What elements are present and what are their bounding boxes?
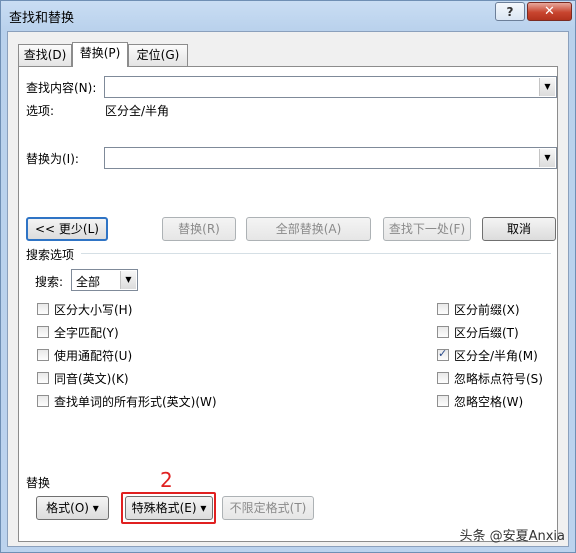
sounds-like-label: 同音(英文)(K)	[54, 372, 129, 386]
ignore-punctuation-checkbox[interactable]	[437, 372, 449, 384]
cancel-button[interactable]: 取消	[482, 217, 556, 241]
watermark: 头条 @安夏Anxia	[459, 529, 565, 544]
match-case-label: 区分大小写(H)	[54, 303, 133, 317]
find-next-button[interactable]: 查找下一处(F)	[383, 217, 471, 241]
replace-button[interactable]: 替换(R)	[162, 217, 236, 241]
options-value: 区分全/半角	[105, 104, 170, 118]
replace-input[interactable]: ▼	[104, 147, 557, 169]
tab-replace[interactable]: 替换(P)	[72, 42, 128, 67]
whole-word-checkbox[interactable]	[37, 326, 49, 338]
annotation-step-number: 2	[160, 468, 173, 492]
match-prefix-label: 区分前缀(X)	[454, 303, 520, 317]
full-half-width-label: 区分全/半角(M)	[454, 349, 538, 363]
help-button[interactable]: ?	[495, 2, 525, 21]
search-direction-label: 搜索:	[35, 275, 64, 289]
less-button[interactable]: << 更少(L)	[26, 217, 108, 241]
replace-tab-page: 查找内容(N): ▼ 选项: 区分全/半角 替换为(I): ▼ << 更少(L)…	[18, 66, 558, 542]
ignore-spaces-checkbox[interactable]	[437, 395, 449, 407]
annotation-highlight-box	[121, 492, 216, 524]
tab-find[interactable]: 查找(D)	[18, 44, 72, 66]
title-bar[interactable]: 查找和替换 ? ✕	[1, 1, 575, 27]
find-replace-dialog: 查找和替换 ? ✕ 查找(D) 替换(P) 定位(G) 查找内容(N): ▼ 选…	[0, 0, 576, 553]
replace-dropdown-arrow-icon[interactable]: ▼	[539, 149, 555, 167]
options-label: 选项:	[26, 104, 55, 118]
search-options-divider	[81, 253, 551, 254]
ignore-punctuation-label: 忽略标点符号(S)	[454, 372, 543, 386]
find-input[interactable]: ▼	[104, 76, 557, 98]
sounds-like-checkbox[interactable]	[37, 372, 49, 384]
dialog-body: 查找(D) 替换(P) 定位(G) 查找内容(N): ▼ 选项: 区分全/半角 …	[7, 31, 569, 547]
tab-goto[interactable]: 定位(G)	[128, 44, 188, 66]
match-prefix-checkbox[interactable]	[437, 303, 449, 315]
match-case-checkbox[interactable]	[37, 303, 49, 315]
match-suffix-label: 区分后缀(T)	[454, 326, 519, 340]
match-suffix-checkbox[interactable]	[437, 326, 449, 338]
wildcards-checkbox[interactable]	[37, 349, 49, 361]
word-forms-label: 查找单词的所有形式(英文)(W)	[54, 395, 217, 409]
replace-section-label: 替换	[26, 476, 51, 490]
format-button[interactable]: 格式(O) ▾	[36, 496, 109, 520]
dialog-title: 查找和替换	[9, 11, 75, 26]
replace-label: 替换为(I):	[26, 152, 79, 166]
whole-word-label: 全字匹配(Y)	[54, 326, 119, 340]
wildcards-label: 使用通配符(U)	[54, 349, 133, 363]
full-half-width-checkbox[interactable]	[437, 347, 449, 361]
word-forms-checkbox[interactable]	[37, 395, 49, 407]
replace-all-button[interactable]: 全部替换(A)	[246, 217, 371, 241]
no-formatting-button[interactable]: 不限定格式(T)	[222, 496, 314, 520]
ignore-spaces-label: 忽略空格(W)	[454, 395, 524, 409]
search-dropdown-arrow-icon[interactable]: ▼	[120, 271, 136, 289]
find-dropdown-arrow-icon[interactable]: ▼	[539, 78, 555, 96]
search-options-label: 搜索选项	[26, 248, 75, 262]
find-label: 查找内容(N):	[26, 81, 97, 95]
search-direction-select[interactable]: 全部 ▼	[71, 269, 138, 291]
close-button[interactable]: ✕	[527, 2, 572, 21]
